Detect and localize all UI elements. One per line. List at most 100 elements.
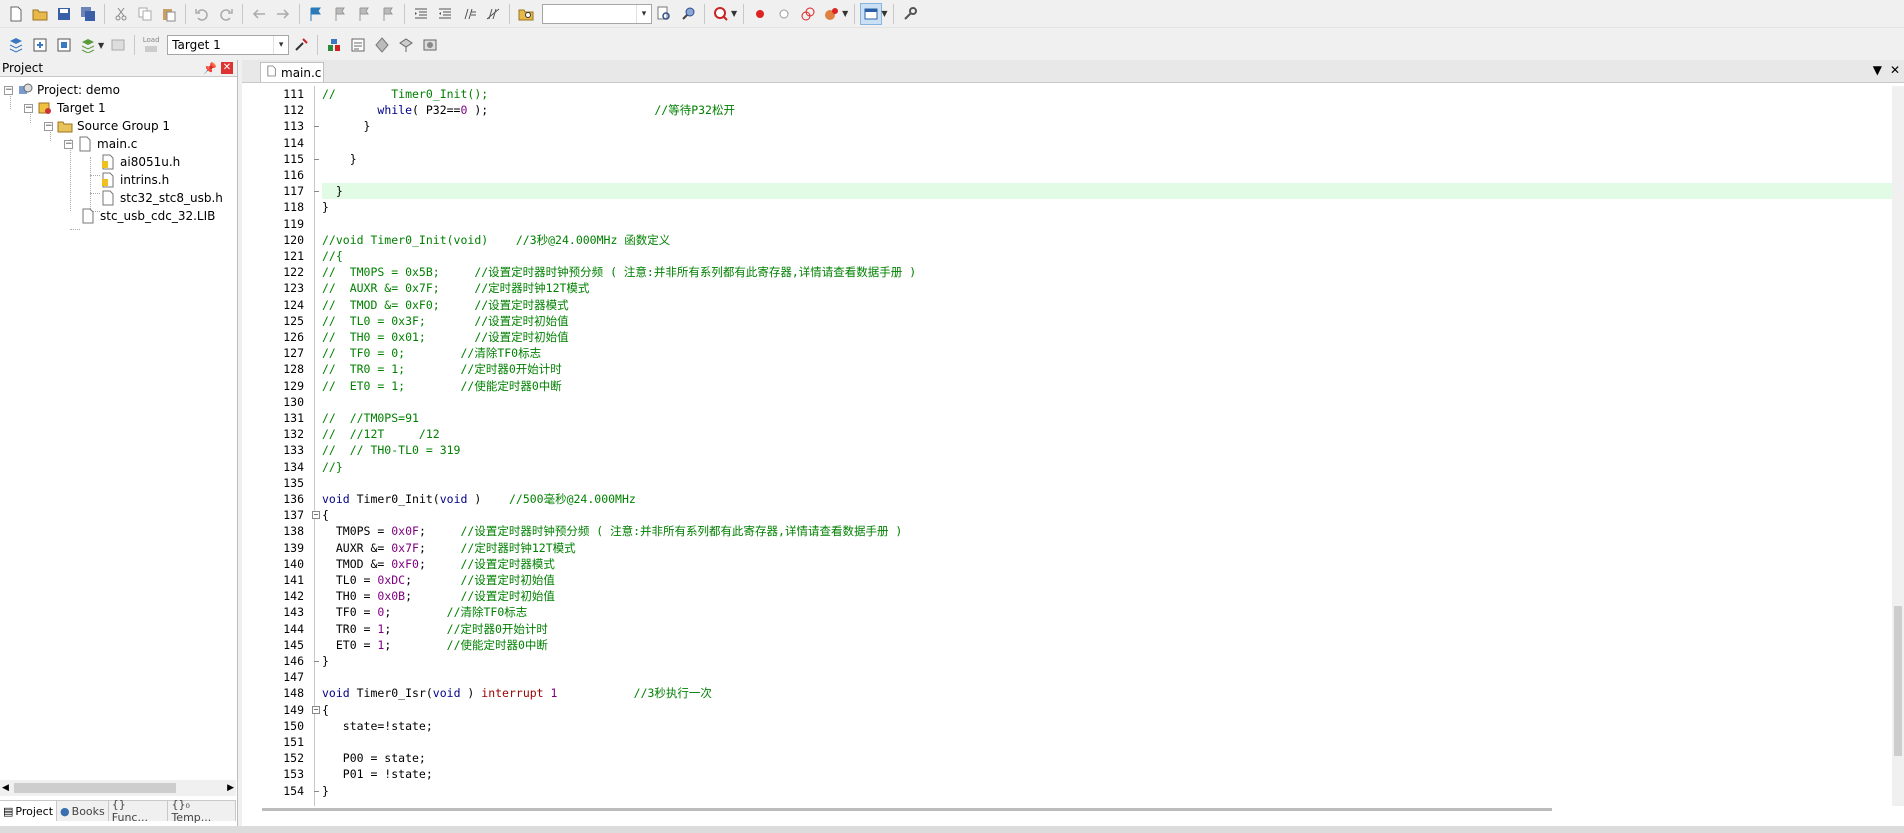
stop-build-icon[interactable]: [107, 34, 129, 56]
tree-item-ai8051u-h[interactable]: ai8051u.h: [100, 153, 180, 171]
code-line[interactable]: void Timer0_Isr(void ) interrupt 1 //3秒执…: [322, 685, 712, 701]
build-icon[interactable]: [29, 34, 51, 56]
target-options-icon[interactable]: [290, 34, 312, 56]
collapse-icon[interactable]: −: [64, 139, 73, 149]
code-line[interactable]: TMOD &= 0xF0; //设置定时器模式: [322, 556, 555, 572]
code-line[interactable]: TF0 = 0; //清除TF0标志: [322, 604, 527, 620]
code-line[interactable]: {: [322, 507, 329, 523]
project-hscrollbar[interactable]: ◀ ▶: [0, 780, 236, 796]
save-all-icon[interactable]: [77, 3, 99, 25]
translate-icon[interactable]: [5, 34, 27, 56]
code-line[interactable]: // //12T /12: [322, 426, 440, 442]
code-line[interactable]: // // TH0-TL0 = 319: [322, 442, 460, 458]
tree-item-main-c[interactable]: − main.c: [64, 135, 137, 153]
chevron-down-icon[interactable]: ▾: [636, 4, 651, 23]
code-line[interactable]: // TM0PS = 0x5B; //设置定时器时钟预分频 ( 注意:并非所有系…: [322, 264, 916, 280]
tree-item-stc-usb-cdc-lib[interactable]: stc_usb_cdc_32.LIB: [80, 207, 215, 225]
code-line[interactable]: }: [322, 183, 343, 199]
tree-item-intrins-h[interactable]: intrins.h: [100, 171, 169, 189]
target-select[interactable]: Target 1 ▾: [167, 35, 290, 55]
code-line[interactable]: TL0 = 0xDC; //设置定时初始值: [322, 572, 555, 588]
code-line[interactable]: //{: [322, 248, 343, 264]
save-icon[interactable]: [53, 3, 75, 25]
scroll-left-icon[interactable]: ◀: [2, 783, 9, 793]
chevron-down-icon[interactable]: ▾: [273, 36, 288, 54]
fold-collapse-icon[interactable]: −: [312, 706, 320, 714]
navigate-back-icon[interactable]: [248, 3, 270, 25]
navigate-forward-icon[interactable]: [272, 3, 294, 25]
editor-vscrollbar[interactable]: [1892, 86, 1904, 806]
clear-bookmarks-icon[interactable]: [377, 3, 399, 25]
rte-icon[interactable]: [419, 34, 441, 56]
load-button[interactable]: Load: [140, 34, 162, 56]
collapse-icon[interactable]: −: [44, 121, 53, 131]
batch-build-icon[interactable]: [77, 34, 99, 56]
collapse-icon[interactable]: −: [24, 103, 33, 113]
chevron-down-icon[interactable]: ▼: [731, 9, 737, 18]
tree-item-project[interactable]: − Project: demo: [4, 81, 120, 99]
code-line[interactable]: }: [322, 199, 329, 215]
tab-list-icon[interactable]: ▼: [1873, 63, 1882, 77]
configure-icon[interactable]: [899, 3, 921, 25]
code-line[interactable]: // TH0 = 0x01; //设置定时初始值: [322, 329, 569, 345]
code-line[interactable]: // TL0 = 0x3F; //设置定时初始值: [322, 313, 569, 329]
open-folder-icon[interactable]: [29, 3, 51, 25]
code-line[interactable]: }: [322, 151, 357, 167]
code-line[interactable]: }: [322, 783, 329, 799]
code-line[interactable]: TM0PS = 0x0F; //设置定时器时钟预分频 ( 注意:并非所有系列都有…: [322, 523, 902, 539]
code-line[interactable]: // //TM0PS=91: [322, 410, 419, 426]
comment-icon[interactable]: [458, 3, 480, 25]
code-line[interactable]: // TR0 = 1; //定时器0开始计时: [322, 361, 562, 377]
chevron-down-icon[interactable]: ▼: [842, 9, 848, 18]
chevron-down-icon[interactable]: ▼: [881, 9, 887, 18]
kill-breakpoints-icon[interactable]: [797, 3, 819, 25]
code-line[interactable]: // ET0 = 1; //使能定时器0中断: [322, 378, 562, 394]
code-line[interactable]: ET0 = 1; //使能定时器0中断: [322, 637, 548, 653]
tab-books[interactable]: ● Books: [57, 801, 109, 821]
code-line[interactable]: AUXR &= 0x7F; //定时器时钟12T模式: [322, 540, 576, 556]
breakpoint-icon[interactable]: [749, 3, 771, 25]
prev-bookmark-icon[interactable]: [329, 3, 351, 25]
code-line[interactable]: P01 = !state;: [322, 766, 433, 782]
pin-icon[interactable]: 📌: [203, 62, 217, 75]
cut-icon[interactable]: [110, 3, 132, 25]
code-line[interactable]: void Timer0_Init(void ) //500毫秒@24.000MH…: [322, 491, 636, 507]
tree-item-stc32-stc8-usb-h[interactable]: stc32_stc8_usb.h: [100, 189, 223, 207]
tab-functions[interactable]: {} Func...: [109, 798, 169, 824]
manage-components-icon[interactable]: [323, 34, 345, 56]
unindent-icon[interactable]: [434, 3, 456, 25]
indent-icon[interactable]: [410, 3, 432, 25]
redo-icon[interactable]: [215, 3, 237, 25]
file-extensions-icon[interactable]: [347, 34, 369, 56]
scroll-right-icon[interactable]: ▶: [227, 783, 234, 793]
incremental-find-icon[interactable]: [677, 3, 699, 25]
tab-project[interactable]: ▤ Project: [0, 801, 58, 821]
undo-icon[interactable]: [191, 3, 213, 25]
code-line[interactable]: }: [322, 118, 371, 134]
code-line[interactable]: state=!state;: [322, 718, 433, 734]
code-area[interactable]: 111 // Timer0_Init(); 112 while( P32==0 );…: [242, 86, 1892, 806]
paste-icon[interactable]: [158, 3, 180, 25]
code-line[interactable]: {: [322, 702, 329, 718]
fold-collapse-icon[interactable]: −: [312, 511, 320, 519]
close-icon[interactable]: ✕: [1890, 63, 1900, 77]
disable-breakpoint-icon[interactable]: [773, 3, 795, 25]
copy-icon[interactable]: [134, 3, 156, 25]
uncomment-icon[interactable]: [482, 3, 504, 25]
code-line[interactable]: //void Timer0_Init(void) //3秒@24.000MHz …: [322, 232, 670, 248]
collapse-icon[interactable]: −: [4, 85, 13, 95]
close-icon[interactable]: ✕: [221, 61, 233, 74]
next-bookmark-icon[interactable]: [353, 3, 375, 25]
tree-item-source-group[interactable]: − Source Group 1: [44, 117, 170, 135]
scroll-thumb[interactable]: [1894, 606, 1902, 756]
window-layout-icon[interactable]: [860, 2, 883, 25]
find-combo[interactable]: ▾: [542, 3, 652, 24]
code-line[interactable]: // TF0 = 0; //清除TF0标志: [322, 345, 541, 361]
editor-hscrollbar[interactable]: [262, 806, 1802, 814]
code-line[interactable]: P00 = state;: [322, 750, 426, 766]
code-line[interactable]: TR0 = 1; //定时器0开始计时: [322, 621, 548, 637]
code-line[interactable]: }: [322, 653, 329, 669]
new-file-icon[interactable]: [5, 3, 27, 25]
pack-installer-icon[interactable]: [395, 34, 417, 56]
scroll-thumb[interactable]: [262, 808, 1552, 811]
